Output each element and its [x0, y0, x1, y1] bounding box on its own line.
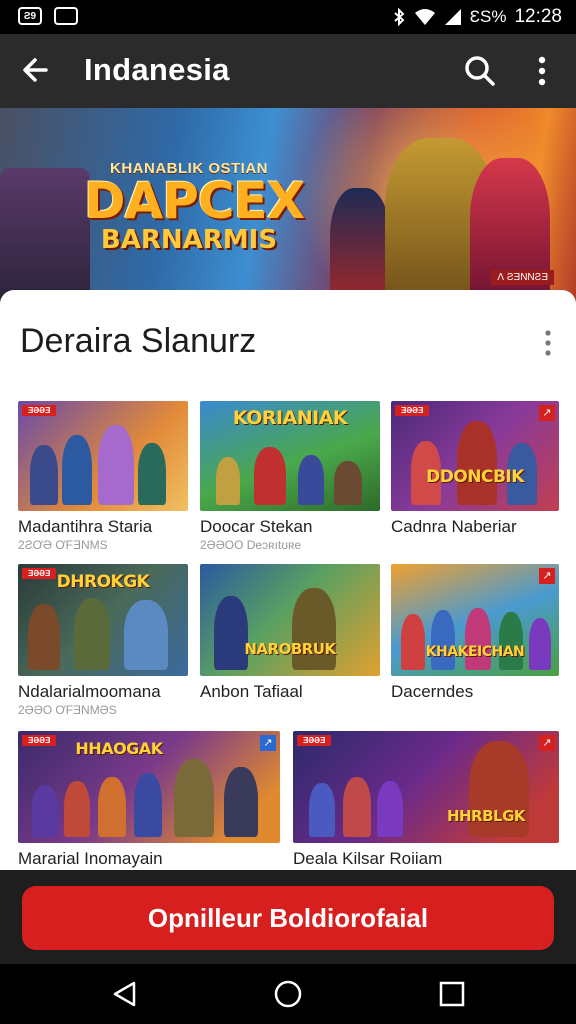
character-figure [457, 421, 497, 505]
card-corner-icon: ↗ [539, 568, 555, 584]
card-logo: HHRBLGK [446, 807, 526, 825]
card-logo: KHAKEICHAN [425, 644, 525, 660]
card-title: Deala Kilsar Roiiam [293, 849, 443, 868]
game-thumbnail: NAROBRUK [200, 564, 380, 676]
character-figure [30, 445, 58, 505]
card-logo: KORIANIAK [232, 407, 348, 429]
arrow-left-icon[interactable] [18, 52, 54, 88]
card-title: Dacerndes [391, 682, 474, 701]
character-figure [431, 610, 455, 670]
character-figure [224, 767, 258, 837]
game-card[interactable]: ƎƏƏƎ Madantihra Staria 2ƧƠƏ ƠFƎNMS [18, 401, 188, 552]
character-figure [98, 425, 134, 505]
nav-recents-icon[interactable] [436, 978, 468, 1010]
clock: 12:28 [514, 6, 562, 27]
system-nav-bar [0, 964, 576, 1024]
character-figure [334, 461, 362, 505]
character-figure [309, 783, 335, 837]
character-figure [74, 598, 110, 670]
character-figure [298, 455, 324, 505]
app-bar: Indanesia [0, 34, 576, 108]
character-figure [214, 596, 248, 670]
nav-back-icon[interactable] [110, 978, 142, 1010]
hero-logo-sub: BARNARMIS [100, 225, 278, 255]
game-thumbnail: HHAOGAK ƎƏƏƎ ↗ [18, 731, 280, 843]
card-title: Doocar Stekan [200, 517, 313, 536]
character-figure [124, 600, 168, 670]
card-corner-icon: ↗ [539, 405, 555, 421]
hero-banner[interactable]: KHANABLIK OSTIAN DAPCEX BARNARMIS Ʌ ƧƎNN… [0, 108, 576, 308]
card-badge: ƎƏƏƎ [395, 405, 430, 416]
game-card[interactable]: KHAKEICHAN ↗ Dacerndes [391, 564, 559, 702]
content-sheet: Deraira Slanurz ƎƏƏƎ Madantihra Staria 2… [0, 290, 576, 890]
section-more-icon[interactable] [542, 328, 554, 358]
signal-icon [444, 9, 461, 25]
character-figure [32, 785, 58, 837]
card-subtitle: 2ƏƏO ƠFƎNMƏS [18, 703, 117, 717]
game-card[interactable]: HHRBLGK ƎƏƏƎ ↗ Deala Kilsar Roiiam [293, 731, 559, 869]
game-thumbnail: KORIANIAK [200, 401, 380, 511]
card-logo: DDONCBIK [426, 467, 524, 487]
character-figure [98, 777, 126, 837]
battery-text: ƐS% [469, 7, 507, 26]
hero-logo-main: DAPCEX [84, 172, 305, 230]
hero-character-3 [470, 158, 550, 308]
card-subtitle: 2ƏƏOO Deɔʀıtʊʀe [200, 538, 302, 552]
card-title: Cadnra Naberiar [391, 517, 517, 536]
hero-game-logo: KHANABLIK OSTIAN DAPCEX BARNARMIS [84, 160, 305, 255]
character-figure [343, 777, 371, 837]
card-badge: ƎƏƏƎ [22, 568, 57, 579]
card-badge: ƎƏƏƎ [22, 735, 57, 746]
wifi-icon [414, 9, 435, 25]
character-figure [28, 604, 60, 670]
character-figure [64, 781, 90, 837]
character-figure [465, 608, 491, 670]
hero-machine [0, 168, 90, 308]
character-figure [62, 435, 92, 505]
card-corner-icon: ↗ [260, 735, 276, 751]
card-title: Ndalarialmoomana [18, 682, 161, 701]
game-thumbnail: KHAKEICHAN ↗ [391, 564, 559, 676]
more-vert-icon[interactable] [528, 53, 556, 89]
character-figure [499, 612, 523, 670]
card-title: Mararial Inomayain [18, 849, 163, 868]
card-badge: ƎƏƏƎ [297, 735, 332, 746]
card-logo: NAROBRUK [244, 640, 336, 658]
character-figure [138, 443, 166, 505]
hero-tag: Ʌ ƧƎNNƧƎ [491, 270, 554, 285]
character-figure [254, 447, 286, 505]
character-figure [377, 781, 403, 837]
game-card[interactable]: HHAOGAK ƎƏƏƎ ↗ Mararial Inomayain [18, 731, 280, 869]
game-thumbnail: ƎƏƏƎ [18, 401, 188, 511]
bluetooth-icon [394, 8, 405, 26]
character-figure [216, 457, 240, 505]
game-thumbnail: HHRBLGK ƎƏƏƎ ↗ [293, 731, 559, 843]
game-card[interactable]: NAROBRUK Anbon Tafiaal [200, 564, 380, 702]
search-icon[interactable] [462, 53, 498, 89]
primary-cta-button[interactable]: Opnilleur Boldiorofaial [22, 886, 554, 950]
character-figure [134, 773, 162, 837]
status-bar: Ƨ9 ƐS% 12:28 [0, 0, 576, 34]
game-card[interactable]: DDONCBIK ƎƏƏƎ ↗ Cadnra Naberiar [391, 401, 559, 537]
character-figure [174, 759, 214, 837]
game-card[interactable]: DHROKGK ƎƏƏƎ Ndalarialmoomana 2ƏƏO ƠFƎNM… [18, 564, 188, 717]
card-title: Anbon Tafiaal [200, 682, 303, 701]
card-badge: ƎƏƏƎ [22, 405, 57, 416]
game-thumbnail: DHROKGK ƎƏƏƎ [18, 564, 188, 676]
nav-home-icon[interactable] [272, 978, 304, 1010]
character-figure [401, 614, 425, 670]
card-title: Madantihra Staria [18, 517, 153, 536]
card-corner-icon: ↗ [539, 735, 555, 751]
card-logo: HHAOGAK [75, 739, 163, 758]
page-title: Indanesia [84, 52, 230, 87]
section-title: Deraira Slanurz [20, 322, 257, 360]
card-subtitle: 2ƧƠƏ ƠFƎNMS [18, 538, 108, 552]
game-thumbnail: DDONCBIK ƎƏƏƎ ↗ [391, 401, 559, 511]
message-icon [54, 7, 78, 25]
game-card[interactable]: KORIANIAK Doocar Stekan 2ƏƏOO Deɔʀıtʊʀe [200, 401, 380, 552]
notification-icon: Ƨ9 [18, 7, 42, 25]
